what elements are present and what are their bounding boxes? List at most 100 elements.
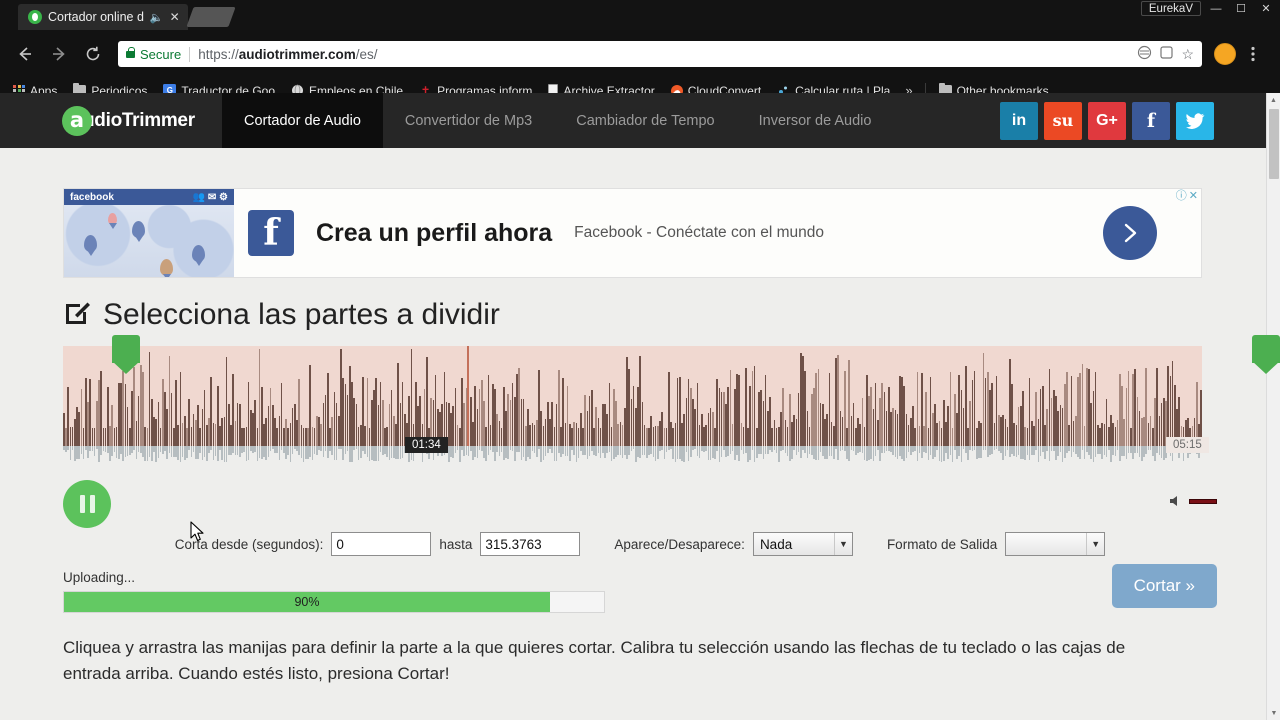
logo-mark-icon: a [62,105,92,136]
reload-icon[interactable] [76,37,110,71]
waveform-canvas[interactable] [63,346,1202,446]
twitter-icon[interactable] [1176,101,1214,140]
map-pin-icon [132,221,145,238]
back-arrow-icon[interactable] [8,37,42,71]
address-bar[interactable]: Secure https://audiotrimmer.com/es/ ☆ [118,41,1202,67]
bookmark-star-icon[interactable]: ☆ [1181,46,1194,63]
format-label: Formato de Salida [886,536,998,552]
browser-window: Cortador online d 🔈 ✕ EurekaV — ☐ ✕ Secu… [0,0,1280,720]
site-logo[interactable]: a udioTrimmer [0,93,222,148]
ad-world-map [64,205,234,277]
speaker-icon[interactable]: 🔈 [150,11,164,24]
map-pin-icon [192,245,205,262]
page-scrollbar[interactable]: ▲ ▼ [1266,93,1280,720]
upload-status-text: Uploading... [63,570,136,585]
fade-label: Aparece/Desaparece: [614,536,745,552]
ad-brand-icons: 👥 ✉ ⚙ [192,191,228,203]
lock-icon [126,46,135,58]
scroll-down-arrow-icon[interactable]: ▼ [1267,706,1280,720]
extension-icon[interactable] [1137,45,1152,63]
page-viewport: a udioTrimmer Cortador de Audio Converti… [0,93,1280,720]
page-title: Selecciona las partes a dividir [63,298,1217,332]
logo-mark-letter: a [69,108,85,132]
browser-tab[interactable]: Cortador online d 🔈 ✕ [18,4,188,30]
minimize-icon[interactable]: — [1206,2,1226,16]
speaker-icon[interactable] [1169,494,1183,508]
upload-section: Uploading... 90% Cortar » [63,564,1217,613]
playhead-line [467,346,469,446]
scroll-up-arrow-icon[interactable]: ▲ [1267,93,1280,107]
tab-title: Cortador online d [48,10,144,24]
window-controls: EurekaV — ☐ ✕ [1140,1,1276,16]
page-title-text: Selecciona las partes a dividir [103,298,500,331]
browser-navbar: Secure https://audiotrimmer.com/es/ ☆ [0,30,1280,78]
selection-end-handle[interactable] [1252,335,1280,374]
trim-to-label: hasta [439,536,473,552]
profile-name[interactable]: EurekaV [1140,1,1201,16]
site-header: a udioTrimmer Cortador de Audio Converti… [0,93,1280,148]
pause-button[interactable] [63,480,111,528]
audiotrimmer-favicon-icon [28,10,42,24]
extension-icon-2[interactable] [1159,45,1174,63]
ad-subtext: Facebook - Conéctate con el mundo [574,224,825,241]
waveform-bars [63,346,1202,446]
ad-brand-bar: facebook 👥 ✉ ⚙ [64,189,234,205]
upload-progress-bar: 90% [63,591,605,613]
url-host: audiotrimmer.com [238,46,356,62]
ad-close-icon[interactable]: ✕ [1189,191,1198,202]
browser-titlebar: Cortador online d 🔈 ✕ EurekaV — ☐ ✕ [0,0,1280,30]
ad-cta-button[interactable] [1103,206,1157,260]
facebook-logo-icon: f [248,210,294,256]
map-pin-icon [84,235,97,252]
logo-text: udioTrimmer [83,110,195,132]
social-buttons: in su G+ f [1000,93,1280,148]
scrollbar-thumb[interactable] [1269,109,1279,179]
total-time-badge: 05:15 [1166,437,1209,453]
googleplus-icon[interactable]: G+ [1088,101,1126,140]
waveform-area[interactable]: 01:34 05:15 [63,335,1280,468]
pause-icon-bar [79,495,85,513]
map-pin-icon [160,259,173,276]
volume-slider[interactable] [1189,498,1217,504]
new-tab-button[interactable] [186,7,236,27]
tab-strip: Cortador online d 🔈 ✕ [0,0,236,30]
current-time-badge: 01:34 [405,437,448,453]
help-text: Cliquea y arrastra las manijas para defi… [63,638,1126,684]
facebook-icon[interactable]: f [1132,101,1170,140]
fade-select-value: Nada [759,536,793,552]
ad-thumbnail: facebook 👥 ✉ ⚙ [64,189,234,277]
linkedin-icon[interactable]: in [1000,101,1038,140]
secure-label: Secure [140,46,182,62]
trim-from-label: Corta desde (segundos): [174,536,324,552]
ad-body: f Crea un perfil ahora Facebook - Conéct… [234,189,1201,277]
forward-arrow-icon[interactable] [42,37,76,71]
stumbleupon-icon[interactable]: su [1044,101,1082,140]
close-icon[interactable]: ✕ [170,10,180,24]
upload-progress-label: 90% [294,595,320,609]
player-controls [63,480,1217,538]
menu-icon[interactable] [1236,37,1270,71]
map-pin-icon [108,213,117,225]
profile-avatar[interactable] [1214,43,1236,65]
cut-button[interactable]: Cortar » [1111,564,1217,608]
url-scheme: https:// [198,46,239,62]
nav-tab-inversor-de-audio[interactable]: Inversor de Audio [737,93,894,148]
logo-text-bold: Trimmer [121,109,195,131]
page-content: facebook 👥 ✉ ⚙ f Crea un perfil ahora Fa… [0,188,1280,688]
advertisement-banner[interactable]: facebook 👥 ✉ ⚙ f Crea un perfil ahora Fa… [63,188,1202,278]
nav-tab-cambiador-de-tempo[interactable]: Cambiador de Tempo [554,93,736,148]
edit-square-icon [63,298,92,332]
url-path: /es/ [355,46,378,62]
nav-tab-cortador-de-audio[interactable]: Cortador de Audio [222,93,383,148]
volume-control[interactable] [1169,494,1217,508]
site-nav: Cortador de Audio Convertidor de Mp3 Cam… [222,93,893,148]
selection-start-handle[interactable] [112,335,140,374]
close-icon[interactable]: ✕ [1256,2,1276,16]
maximize-icon[interactable]: ☐ [1231,2,1251,16]
ad-headline: Crea un perfil ahora [316,218,553,247]
nav-tab-convertidor-de-mp3[interactable]: Convertidor de Mp3 [383,93,554,148]
pause-icon-bar [89,495,95,513]
ad-info-icon[interactable]: ⓘ [1176,191,1187,202]
waveform-reflection [63,446,1202,468]
omnibox-actions: ☆ [1137,45,1194,63]
